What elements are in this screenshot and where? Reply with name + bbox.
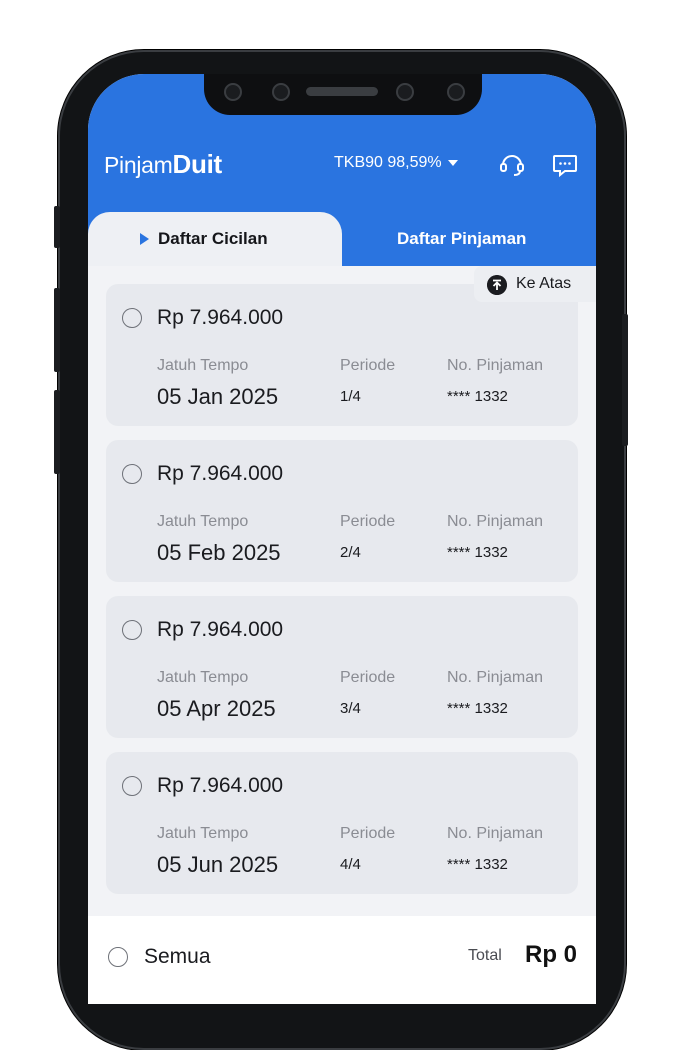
due-date: 05 Jun 2025 [157, 852, 279, 877]
installment-card[interactable]: Rp 7.964.000 Jatuh Tempo Periode No. Pin… [106, 752, 578, 894]
installment-card[interactable]: Rp 7.964.000 Jatuh Tempo Periode No. Pin… [106, 284, 578, 426]
triangle-right-icon [140, 233, 149, 245]
period-label: Periode [340, 825, 396, 842]
select-radio[interactable] [122, 620, 142, 640]
select-all-radio[interactable] [108, 947, 128, 967]
tab-label: Daftar Pinjaman [397, 229, 527, 248]
select-radio[interactable] [122, 464, 142, 484]
side-button [54, 390, 60, 474]
logo-text: Pinjam [104, 152, 173, 178]
loan-number: **** 1332 [447, 544, 508, 561]
due-date: 05 Apr 2025 [157, 696, 276, 721]
due-label: Jatuh Tempo [157, 513, 249, 530]
speaker-grille [306, 87, 378, 96]
logo-text-bold: Duit [172, 149, 223, 179]
period-value: 1/4 [340, 388, 361, 405]
installment-amount: Rp 7.964.000 [157, 462, 284, 485]
loan-number-label: No. Pinjaman [447, 357, 544, 374]
installment-card[interactable]: Rp 7.964.000 Jatuh Tempo Periode No. Pin… [106, 596, 578, 738]
period-value: 4/4 [340, 856, 361, 873]
account-label: TKB90 98,59% [334, 154, 442, 171]
tab-label: Daftar Cicilan [158, 229, 268, 248]
total-label: Total [468, 947, 502, 964]
select-all-label: Semua [144, 945, 211, 968]
footer-bar: Semua Total Rp 0 [88, 916, 596, 1004]
installment-amount: Rp 7.964.000 [157, 774, 284, 797]
loan-number-label: No. Pinjaman [447, 825, 544, 842]
sensor-icon [272, 83, 290, 101]
app-logo: PinjamDuit [104, 149, 222, 180]
arrow-up-icon [487, 275, 507, 295]
loan-number: **** 1332 [447, 856, 508, 873]
installment-amount: Rp 7.964.000 [157, 618, 284, 641]
due-label: Jatuh Tempo [157, 669, 249, 686]
total-value: Rp 0 [525, 941, 578, 968]
installment-amount: Rp 7.964.000 [157, 306, 284, 329]
app-screen: PinjamDuit TKB90 98,59% Daftar Cicilan D… [88, 74, 596, 1004]
sensor-icon [396, 83, 414, 101]
installment-card[interactable]: Rp 7.964.000 Jatuh Tempo Periode No. Pin… [106, 440, 578, 582]
loan-number: **** 1332 [447, 700, 508, 717]
period-value: 3/4 [340, 700, 361, 717]
period-label: Periode [340, 513, 396, 530]
due-date: 05 Feb 2025 [157, 540, 281, 565]
installment-list: Rp 7.964.000 Jatuh Tempo Periode No. Pin… [88, 266, 596, 916]
period-label: Periode [340, 357, 396, 374]
app-header: PinjamDuit TKB90 98,59% Daftar Cicilan D… [88, 74, 596, 266]
camera-icon [224, 83, 242, 101]
due-label: Jatuh Tempo [157, 357, 249, 374]
side-button [54, 288, 60, 372]
due-label: Jatuh Tempo [157, 825, 249, 842]
loan-number-label: No. Pinjaman [447, 513, 544, 530]
side-button [622, 314, 628, 446]
side-button [54, 206, 60, 248]
camera-notch [204, 74, 482, 115]
period-label: Periode [340, 669, 396, 686]
loan-number-label: No. Pinjaman [447, 669, 544, 686]
back-to-top-button[interactable]: Ke Atas [474, 266, 596, 302]
loan-number: **** 1332 [447, 388, 508, 405]
headset-icon[interactable] [498, 150, 526, 178]
chat-icon[interactable] [552, 152, 578, 178]
select-radio[interactable] [122, 776, 142, 796]
select-radio[interactable] [122, 308, 142, 328]
back-to-top-label: Ke Atas [516, 275, 572, 292]
tab-bar: Daftar Cicilan Daftar Pinjaman [88, 212, 596, 266]
account-selector[interactable]: TKB90 98,59% [334, 154, 458, 172]
period-value: 2/4 [340, 544, 361, 561]
tab-installments[interactable]: Daftar Cicilan [88, 212, 342, 266]
due-date: 05 Jan 2025 [157, 384, 279, 409]
caret-down-icon [447, 159, 458, 166]
tab-loans[interactable]: Daftar Pinjaman [342, 212, 596, 266]
sensor-icon [447, 83, 465, 101]
